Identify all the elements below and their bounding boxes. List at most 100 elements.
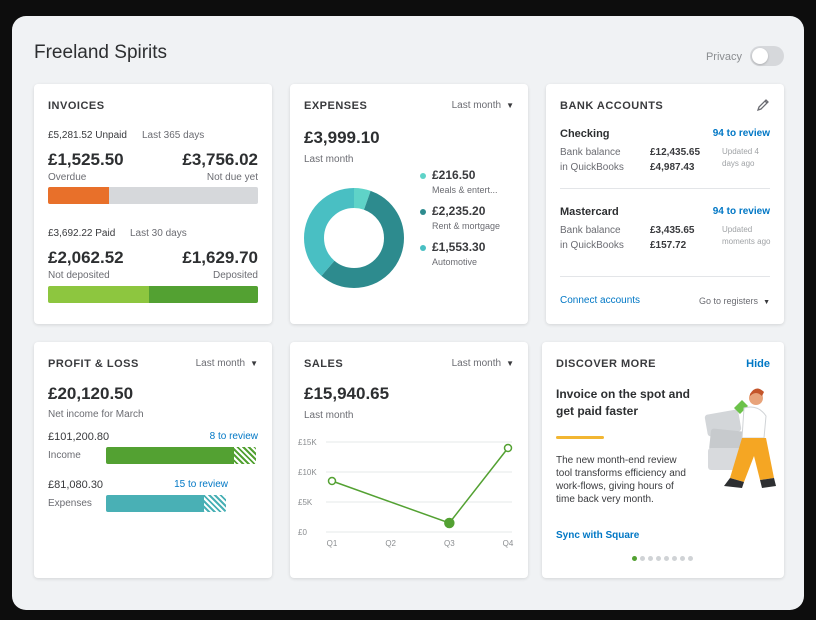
carousel-dot[interactable] [648, 556, 653, 561]
y-tick-label: £15K [298, 438, 317, 447]
go-to-registers-dropdown[interactable]: Go to registers ▼ [699, 296, 770, 306]
sales-card: SALES Last month ▼ £15,940.65 Last month … [290, 342, 528, 578]
y-tick-label: £10K [298, 468, 317, 477]
sales-data-point[interactable] [444, 517, 455, 529]
sales-line-chart[interactable]: £15K £10K £5K £0 Q1 Q2 Q3 Q4 [296, 430, 522, 560]
x-tick-label: Q3 [444, 539, 455, 548]
updated-label: Updated [722, 225, 753, 234]
bank-accounts-card: BANK ACCOUNTS Checking 94 to review Bank b… [546, 84, 784, 324]
expenses-period-dropdown[interactable]: Last month ▼ [452, 100, 514, 111]
expenses-card: EXPENSES Last month ▼ £3,999.10 Last mont… [290, 84, 528, 324]
sales-total: £15,940.65 [304, 384, 390, 403]
x-tick-label: Q2 [385, 539, 396, 548]
net-income-value: £20,120.50 [48, 384, 134, 403]
pl-period-dropdown[interactable]: Last month ▼ [196, 358, 258, 369]
legend-bullet [420, 245, 426, 251]
paid-amount: £3,692.22 Paid [48, 228, 116, 239]
legend-value: £1,553.30 [432, 240, 486, 254]
quickbooks-value: £157.72 [650, 240, 687, 251]
go-to-registers-label: Go to registers [699, 296, 759, 306]
bank-title: BANK ACCOUNTS [560, 100, 664, 112]
carousel-dot[interactable] [632, 556, 637, 561]
dashboard-window: Freeland Spirits Privacy INVOICES £5,281… [12, 16, 804, 610]
carousel-dot[interactable] [680, 556, 685, 561]
paid-period: Last 30 days [130, 228, 187, 239]
deposited-label: Deposited [212, 270, 258, 281]
pencil-icon[interactable] [756, 98, 770, 112]
account-review-link[interactable]: 94 to review [713, 128, 770, 139]
expenses-period-label: Last month [451, 100, 502, 111]
privacy-label: Privacy [705, 51, 742, 63]
pl-expenses-label: Expenses [48, 498, 92, 509]
expenses-review-link[interactable]: 15 to review [174, 479, 228, 490]
account-review-link[interactable]: 94 to review [713, 206, 770, 217]
income-review-link[interactable]: 8 to review [210, 431, 258, 442]
bank-balance-value: £3,435.65 [650, 225, 695, 236]
invoices-title: INVOICES [48, 100, 105, 112]
sync-with-square-link[interactable]: Sync with Square [556, 530, 639, 541]
overdue-label: Overdue [48, 172, 87, 183]
sales-series-line [331, 447, 509, 524]
updated-label: Updated 4 [722, 147, 759, 156]
connect-accounts-link[interactable]: Connect accounts [560, 295, 640, 306]
x-tick-label: Q1 [327, 539, 338, 548]
y-tick-label: £0 [298, 528, 307, 537]
company-name: Freeland Spirits [34, 42, 168, 63]
y-tick-label: £5K [298, 498, 313, 507]
notdue-value: £3,756.02 [182, 150, 258, 169]
toggle-knob [752, 48, 768, 64]
chevron-down-icon: ▼ [506, 359, 514, 368]
bank-balance-value: £12,435.65 [650, 147, 701, 158]
expenses-title: EXPENSES [304, 100, 368, 112]
overdue-value: £1,525.50 [48, 150, 124, 169]
notdeposited-bar[interactable] [48, 286, 149, 303]
notdue-bar[interactable] [109, 187, 258, 204]
bank-balance-label: Bank balance [560, 225, 621, 236]
pl-title: PROFIT & LOSS [48, 358, 139, 370]
privacy-toggle[interactable] [750, 46, 784, 66]
carousel-dot[interactable] [672, 556, 677, 561]
deposited-bar[interactable] [149, 286, 258, 303]
discover-more-card: DISCOVER MORE Hide Invoice on the spot a… [542, 342, 784, 578]
discover-body: The new month-end review tool transforms… [556, 455, 686, 505]
income-bar[interactable] [106, 447, 256, 464]
legend-value: £2,235.20 [432, 204, 486, 218]
carousel-dot[interactable] [656, 556, 661, 561]
person-carrying-papers-illustration [704, 388, 776, 488]
sales-period-dropdown[interactable]: Last month ▼ [452, 358, 514, 369]
carousel-dot[interactable] [688, 556, 693, 561]
chevron-down-icon: ▼ [763, 299, 770, 306]
sales-data-point[interactable] [327, 476, 337, 486]
expenses-donut-chart[interactable] [302, 186, 406, 290]
chevron-down-icon: ▼ [506, 101, 514, 110]
updated-time: moments ago [722, 237, 771, 246]
carousel-dot[interactable] [664, 556, 669, 561]
updated-time: days ago [722, 159, 755, 168]
account-name[interactable]: Mastercard [560, 206, 619, 218]
profit-loss-card: PROFIT & LOSS Last month ▼ £20,120.50 Net… [34, 342, 272, 578]
expenses-bar[interactable] [106, 495, 226, 512]
quickbooks-value: £4,987.43 [650, 162, 695, 173]
income-label: Income [48, 450, 81, 461]
account-name[interactable]: Checking [560, 128, 610, 140]
legend-value: £216.50 [432, 168, 476, 182]
expenses-total-label: Last month [304, 154, 354, 165]
accent-line [556, 436, 604, 439]
unpaid-amount: £5,281.52 Unpaid [48, 130, 127, 141]
hide-link[interactable]: Hide [746, 358, 770, 370]
overdue-bar[interactable] [48, 187, 109, 204]
pl-expenses-value: £81,080.30 [48, 479, 104, 491]
divider [560, 276, 770, 277]
income-value: £101,200.80 [48, 431, 110, 443]
sales-total-label: Last month [304, 410, 354, 421]
carousel-dot[interactable] [640, 556, 645, 561]
bank-balance-label: Bank balance [560, 147, 621, 158]
net-income-label: Net income for March [48, 409, 144, 420]
x-tick-label: Q4 [503, 539, 514, 548]
notdeposited-value: £2,062.52 [48, 248, 124, 267]
notdeposited-label: Not deposited [48, 270, 110, 281]
sales-data-point[interactable] [503, 443, 513, 453]
notdue-label: Not due yet [206, 172, 258, 183]
unpaid-period: Last 365 days [142, 130, 205, 141]
legend-label: Meals & entert... [432, 185, 498, 195]
